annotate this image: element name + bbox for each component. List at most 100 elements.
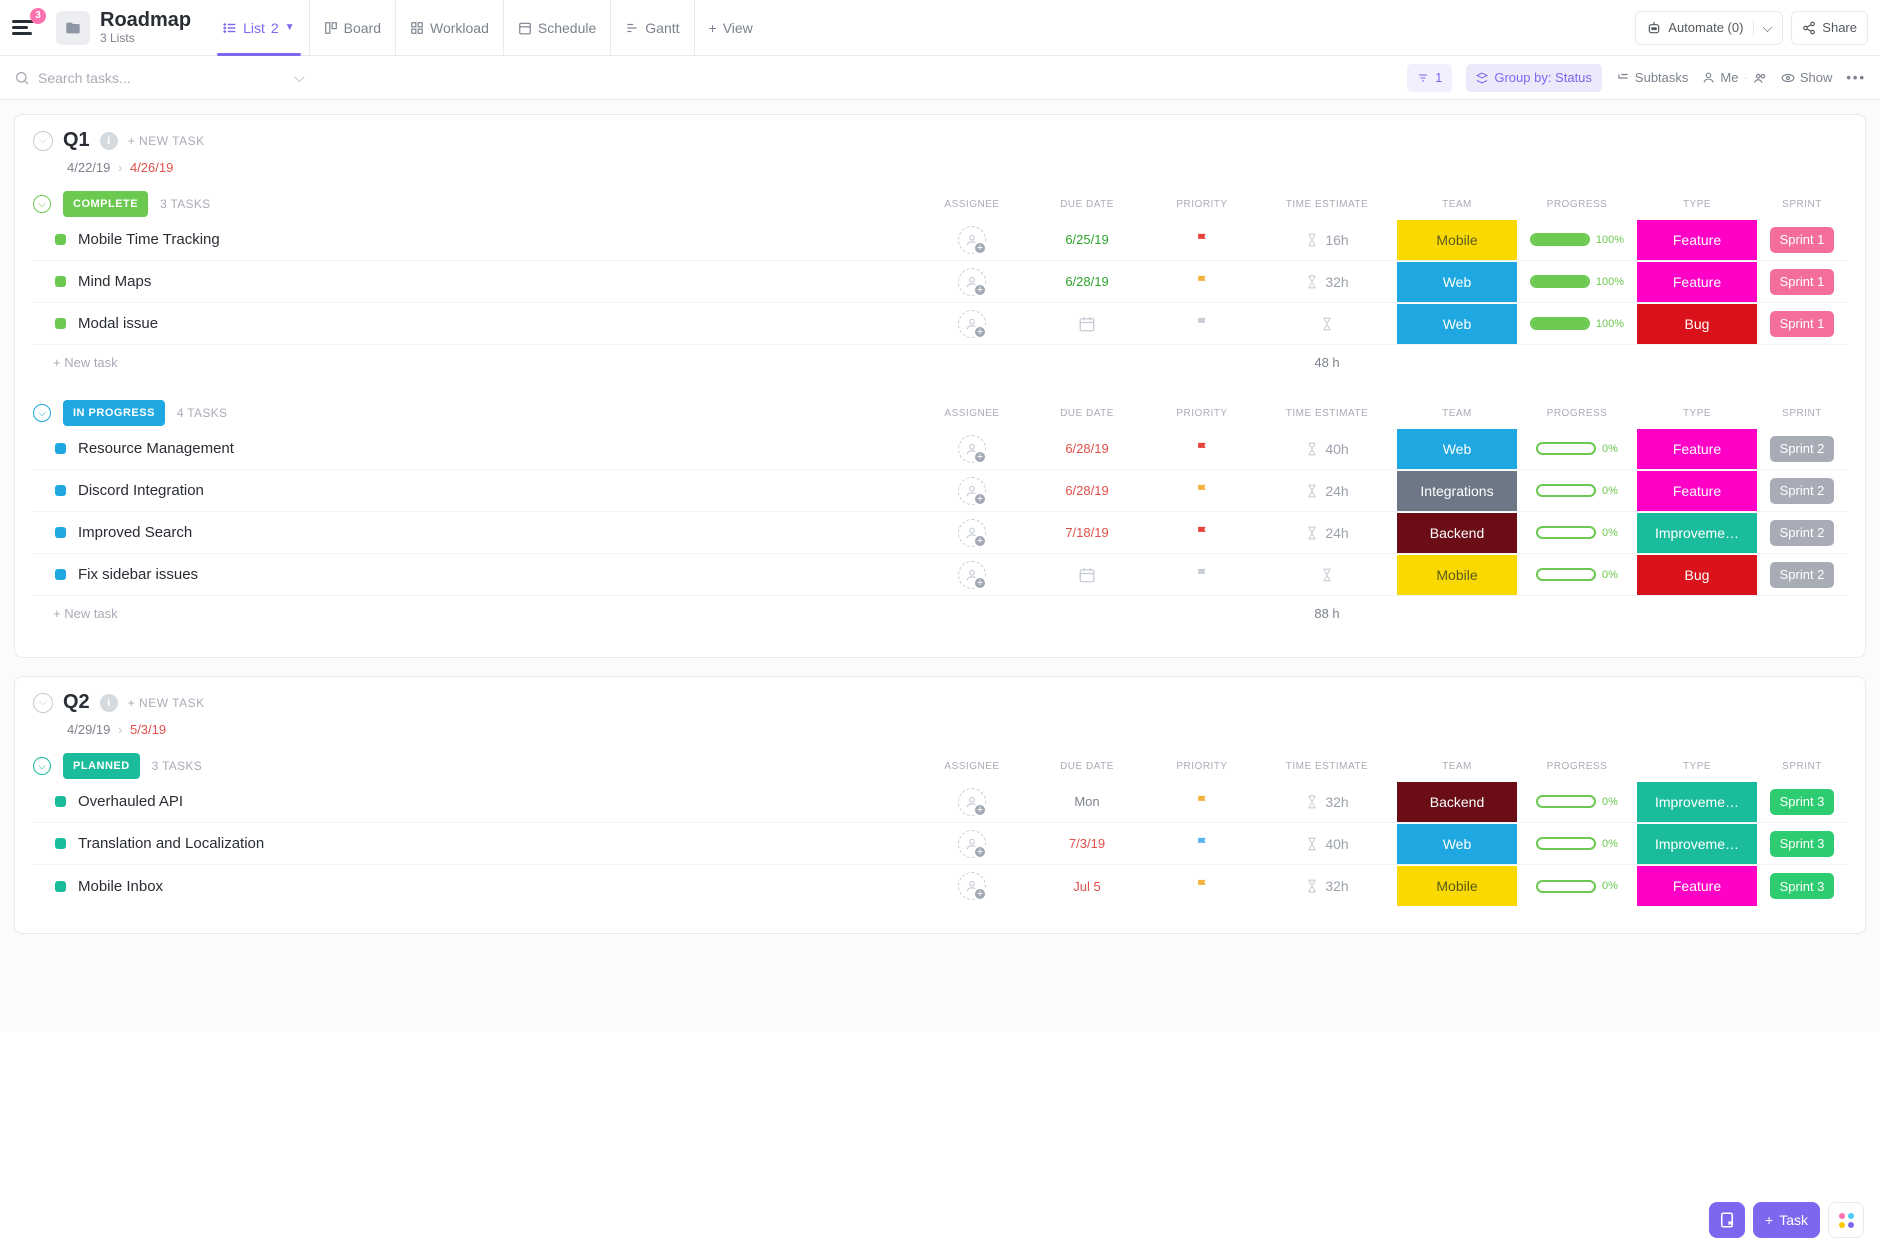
sprint-pill[interactable]: Sprint 1 <box>1770 269 1835 295</box>
task-title[interactable]: Resource Management <box>78 440 234 457</box>
tab-list[interactable]: List 2 ▼ <box>209 0 309 55</box>
filter-chip[interactable]: 1 <box>1407 64 1452 92</box>
type-tag[interactable]: Feature <box>1637 429 1757 469</box>
sprint-pill[interactable]: Sprint 2 <box>1770 520 1835 546</box>
team-tag[interactable]: Web <box>1397 262 1517 302</box>
collapse-toggle[interactable]: ⌵ <box>33 693 53 713</box>
sprint-pill[interactable]: Sprint 2 <box>1770 436 1835 462</box>
due-date[interactable]: Mon <box>1027 794 1147 809</box>
task-title[interactable]: Mobile Inbox <box>78 878 163 895</box>
groupby-chip[interactable]: Group by: Status <box>1466 64 1602 92</box>
team-tag[interactable]: Mobile <box>1397 220 1517 260</box>
sprint-pill[interactable]: Sprint 1 <box>1770 227 1835 253</box>
search-box[interactable]: ⌵ <box>14 69 1395 86</box>
status-label[interactable]: IN PROGRESS <box>63 400 165 426</box>
progress-cell[interactable]: 0% <box>1517 837 1637 850</box>
assignee-add[interactable]: + <box>958 310 986 338</box>
notepad-fab[interactable] <box>1709 1202 1745 1238</box>
status-square[interactable] <box>55 443 66 454</box>
new-task-fab[interactable]: + Task <box>1753 1202 1820 1238</box>
share-button[interactable]: Share <box>1791 11 1868 45</box>
task-title[interactable]: Overhauled API <box>78 793 183 810</box>
status-square[interactable] <box>55 796 66 807</box>
task-title[interactable]: Discord Integration <box>78 482 204 499</box>
due-date[interactable] <box>1027 315 1147 333</box>
status-label[interactable]: COMPLETE <box>63 191 148 217</box>
progress-cell[interactable]: 100% <box>1517 233 1637 246</box>
assignee-add[interactable]: + <box>958 519 986 547</box>
subtasks-toggle[interactable]: Subtasks <box>1616 70 1688 85</box>
calendar-icon[interactable] <box>1078 566 1096 581</box>
flag-icon[interactable] <box>1195 273 1210 290</box>
progress-cell[interactable]: 100% <box>1517 317 1637 330</box>
status-square[interactable] <box>55 276 66 287</box>
group-collapse[interactable]: ⌵ <box>33 757 51 775</box>
flag-icon[interactable] <box>1195 315 1210 332</box>
type-tag[interactable]: Feature <box>1637 220 1757 260</box>
type-tag[interactable]: Feature <box>1637 866 1757 906</box>
automate-button[interactable]: Automate (0) ⌵ <box>1635 11 1783 45</box>
status-square[interactable] <box>55 881 66 892</box>
new-task-link[interactable]: + NEW TASK <box>128 134 205 148</box>
progress-cell[interactable]: 0% <box>1517 880 1637 893</box>
team-tag[interactable]: Web <box>1397 304 1517 344</box>
tab-add-view[interactable]: + View <box>694 0 767 55</box>
type-tag[interactable]: Bug <box>1637 304 1757 344</box>
due-date[interactable]: 6/25/19 <box>1027 232 1147 247</box>
type-tag[interactable]: Improveme… <box>1637 824 1757 864</box>
time-estimate[interactable] <box>1257 568 1397 582</box>
task-title[interactable]: Fix sidebar issues <box>78 566 198 583</box>
search-input[interactable] <box>38 70 278 86</box>
due-date[interactable]: Jul 5 <box>1027 879 1147 894</box>
assignee-add[interactable]: + <box>958 830 986 858</box>
time-estimate[interactable]: 16h <box>1257 232 1397 248</box>
time-estimate[interactable]: 32h <box>1257 878 1397 894</box>
sprint-pill[interactable]: Sprint 3 <box>1770 831 1835 857</box>
type-tag[interactable]: Improveme… <box>1637 513 1757 553</box>
assignee-add[interactable]: + <box>958 226 986 254</box>
menu-toggle[interactable]: 3 <box>12 14 40 42</box>
team-tag[interactable]: Web <box>1397 824 1517 864</box>
time-estimate[interactable]: 40h <box>1257 836 1397 852</box>
flag-icon[interactable] <box>1195 566 1210 583</box>
apps-fab[interactable] <box>1828 1202 1864 1238</box>
new-task-link[interactable]: + NEW TASK <box>128 696 205 710</box>
due-date[interactable]: 6/28/19 <box>1027 274 1147 289</box>
folder-icon[interactable] <box>56 11 90 45</box>
status-square[interactable] <box>55 318 66 329</box>
status-square[interactable] <box>55 485 66 496</box>
team-tag[interactable]: Backend <box>1397 782 1517 822</box>
tab-board[interactable]: Board <box>309 0 395 55</box>
info-icon[interactable]: i <box>100 694 118 712</box>
flag-icon[interactable] <box>1195 835 1210 852</box>
time-estimate[interactable]: 32h <box>1257 794 1397 810</box>
progress-cell[interactable]: 0% <box>1517 795 1637 808</box>
me-filter[interactable]: Me · <box>1702 70 1766 85</box>
type-tag[interactable]: Improveme… <box>1637 782 1757 822</box>
task-title[interactable]: Translation and Localization <box>78 835 264 852</box>
progress-cell[interactable]: 0% <box>1517 484 1637 497</box>
flag-icon[interactable] <box>1195 231 1210 248</box>
flag-icon[interactable] <box>1195 793 1210 810</box>
tab-gantt[interactable]: Gantt <box>610 0 693 55</box>
sprint-pill[interactable]: Sprint 2 <box>1770 562 1835 588</box>
team-tag[interactable]: Mobile <box>1397 555 1517 595</box>
due-date[interactable] <box>1027 566 1147 584</box>
assignee-add[interactable]: + <box>958 435 986 463</box>
info-icon[interactable]: i <box>100 132 118 150</box>
group-collapse[interactable]: ⌵ <box>33 404 51 422</box>
chevron-down-icon[interactable]: ⌵ <box>1753 20 1772 36</box>
assignee-add[interactable]: + <box>958 561 986 589</box>
progress-cell[interactable]: 0% <box>1517 568 1637 581</box>
type-tag[interactable]: Feature <box>1637 262 1757 302</box>
flag-icon[interactable] <box>1195 440 1210 457</box>
sprint-pill[interactable]: Sprint 3 <box>1770 789 1835 815</box>
sprint-pill[interactable]: Sprint 1 <box>1770 311 1835 337</box>
sprint-pill[interactable]: Sprint 3 <box>1770 873 1835 899</box>
team-tag[interactable]: Web <box>1397 429 1517 469</box>
task-title[interactable]: Improved Search <box>78 524 192 541</box>
time-estimate[interactable]: 40h <box>1257 441 1397 457</box>
tab-schedule[interactable]: Schedule <box>503 0 610 55</box>
group-collapse[interactable]: ⌵ <box>33 195 51 213</box>
sprint-pill[interactable]: Sprint 2 <box>1770 478 1835 504</box>
